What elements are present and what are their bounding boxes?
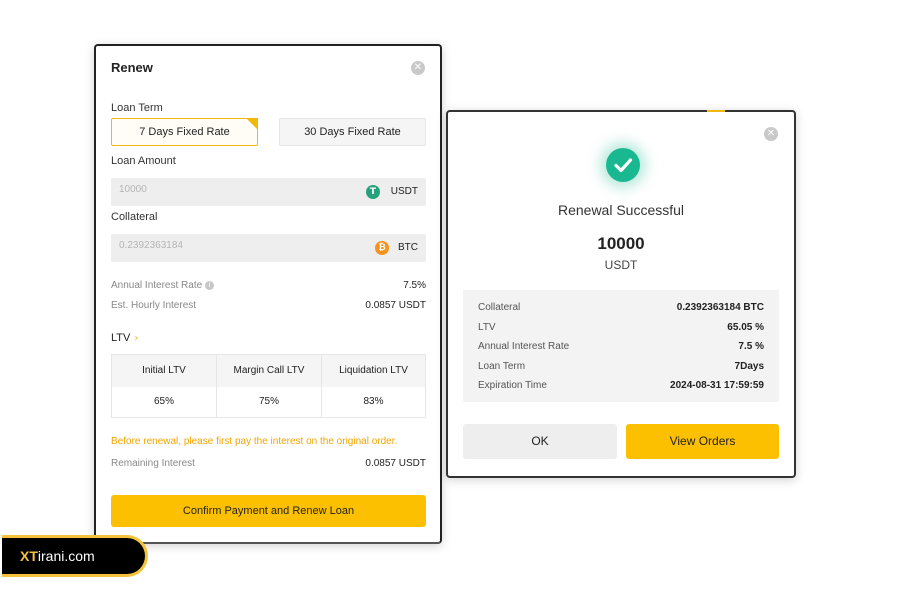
loan-amount-unit: USDT — [390, 186, 418, 197]
ltv-table: Initial LTV Margin Call LTV Liquidation … — [111, 354, 426, 418]
usdt-icon: T — [366, 185, 380, 199]
remaining-interest-value: 0.0857 USDT — [365, 458, 426, 469]
ltv-toggle[interactable]: LTV › — [111, 332, 138, 344]
detail-label: Expiration Time — [478, 380, 547, 391]
collateral-field: ₿ BTC — [111, 234, 426, 262]
annual-interest-value: 7.5% — [403, 280, 426, 291]
view-orders-button[interactable]: View Orders — [626, 424, 779, 459]
detail-value: 7.5 % — [738, 341, 764, 352]
check-icon: ✓ — [250, 125, 256, 133]
loan-amount-input[interactable] — [119, 184, 339, 195]
check-circle-icon — [606, 148, 640, 182]
ltv-header-margin-call: Margin Call LTV — [217, 355, 322, 387]
close-icon[interactable]: ✕ — [764, 127, 778, 141]
term-30-days-button[interactable]: 30 Days Fixed Rate — [279, 118, 426, 146]
ltv-header-initial: Initial LTV — [112, 355, 217, 387]
chevron-right-icon: › — [134, 333, 139, 344]
detail-label: Annual Interest Rate — [478, 341, 570, 352]
hourly-interest-label: Est. Hourly Interest — [111, 300, 197, 311]
dialog-title: Renew — [111, 60, 153, 75]
renewal-success-dialog: ✕ Renewal Successful 10000 USDT Collater… — [446, 110, 796, 478]
term-7-days-button[interactable]: 7 Days Fixed Rate ✓ — [111, 118, 258, 146]
close-icon[interactable]: ✕ — [411, 61, 425, 75]
collateral-unit: BTC — [398, 242, 418, 253]
ltv-header-liquidation: Liquidation LTV — [322, 355, 425, 387]
watermark-prefix: XT — [20, 548, 38, 564]
decorative-accent — [707, 110, 725, 112]
remaining-interest-label: Remaining Interest — [111, 458, 195, 469]
confirm-renew-button[interactable]: Confirm Payment and Renew Loan — [111, 495, 426, 527]
info-icon[interactable]: i — [205, 281, 215, 290]
detail-label: Loan Term — [478, 361, 526, 372]
loan-amount: 10000 — [597, 234, 645, 253]
loan-amount-field: T USDT — [111, 178, 426, 206]
detail-label: Collateral — [478, 302, 521, 313]
detail-value: 2024-08-31 17:59:59 — [670, 380, 764, 391]
renew-dialog: Renew ✕ Loan Term 7 Days Fixed Rate ✓ 30… — [94, 44, 442, 544]
term-30-days-label: 30 Days Fixed Rate — [304, 126, 401, 138]
collateral-input[interactable] — [119, 240, 339, 251]
detail-value: 7Days — [734, 361, 764, 372]
detail-value: 65.05 % — [727, 322, 764, 333]
loan-term-label: Loan Term — [111, 102, 163, 114]
ltv-value-margin-call: 75% — [217, 387, 322, 417]
collateral-label: Collateral — [111, 211, 158, 223]
ok-button[interactable]: OK — [463, 424, 617, 459]
loan-amount-label: Loan Amount — [111, 155, 176, 167]
detail-label: LTV — [478, 322, 496, 333]
ltv-value-liquidation: 83% — [322, 387, 425, 417]
loan-details-panel: Collateral 0.2392363184 BTC LTV 65.05 % … — [463, 290, 779, 402]
hourly-interest-value: 0.0857 USDT — [365, 300, 426, 311]
detail-value: 0.2392363184 BTC — [676, 302, 764, 313]
annual-interest-label: Annual Interest Rate — [111, 280, 203, 291]
ltv-label: LTV — [111, 332, 131, 344]
ltv-value-initial: 65% — [112, 387, 217, 417]
term-7-days-label: 7 Days Fixed Rate — [139, 126, 230, 138]
site-watermark-badge: XTirani.com — [2, 535, 148, 577]
warning-text: Before renewal, please first pay the int… — [111, 436, 398, 447]
btc-icon: ₿ — [375, 241, 389, 255]
watermark-suffix: irani.com — [37, 548, 95, 564]
loan-amount-unit: USDT — [604, 258, 638, 272]
success-title: Renewal Successful — [557, 202, 685, 218]
